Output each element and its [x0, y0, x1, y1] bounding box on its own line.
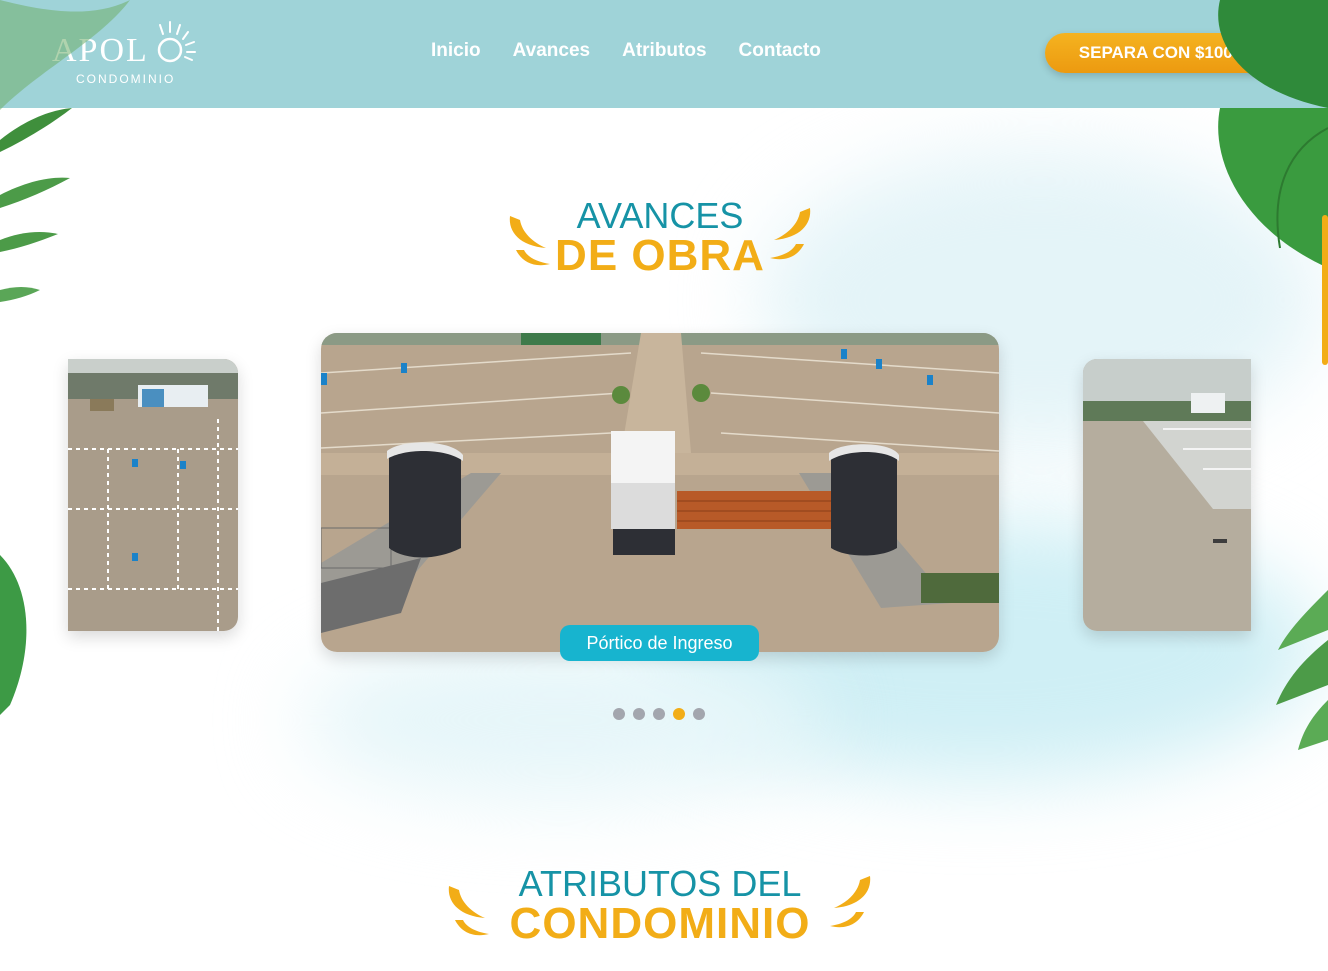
carousel-slide-active[interactable]: [321, 333, 999, 652]
slide-caption: Pórtico de Ingreso: [560, 625, 759, 661]
nav-item-inicio[interactable]: Inicio: [431, 40, 481, 62]
nav-item-avances[interactable]: Avances: [513, 40, 590, 62]
wing-right-icon: [830, 876, 871, 928]
main-nav: Inicio Avances Atributos Contacto: [431, 40, 821, 62]
nav-item-contacto[interactable]: Contacto: [739, 40, 821, 62]
carousel-dot-4[interactable]: [673, 708, 685, 720]
logo-wordmark: APOL: [52, 32, 149, 69]
scroll-indicator: [1322, 215, 1328, 365]
leaf-right-large: [1218, 108, 1328, 268]
logo[interactable]: APOL CONDOMINIO: [52, 20, 202, 90]
wing-left-icon: [448, 886, 489, 936]
slide-photo: [68, 359, 238, 631]
carousel-slide-prev[interactable]: [68, 359, 238, 631]
logo-subtitle: CONDOMINIO: [76, 72, 176, 86]
portico-photo: [321, 333, 999, 652]
separa-cta-button[interactable]: SEPARA CON $1000: [1045, 33, 1276, 73]
carousel-slide-next[interactable]: [1083, 359, 1251, 631]
leaf-left-fronds: [0, 108, 72, 302]
carousel-dot-5[interactable]: [693, 708, 705, 720]
wing-right-icon: [770, 208, 811, 260]
wing-left-icon: [509, 216, 550, 266]
leaf-left-bottom: [0, 555, 27, 715]
leaf-right-bottom: [1276, 590, 1328, 750]
carousel-dot-1[interactable]: [613, 708, 625, 720]
carousel-dot-2[interactable]: [633, 708, 645, 720]
background-cloud: [300, 640, 820, 800]
atributos-title-bottom: CONDOMINIO: [509, 899, 811, 948]
site-header: APOL CONDOMINIO Inicio Avances Atributos…: [0, 0, 1328, 108]
carousel-dot-3[interactable]: [653, 708, 665, 720]
atributos-title-top: ATRIBUTOS DEL: [518, 863, 802, 904]
sun-icon: [157, 21, 196, 63]
slide-photo: [1083, 359, 1251, 631]
nav-item-atributos[interactable]: Atributos: [622, 40, 706, 62]
carousel-pagination: [613, 708, 705, 720]
atributos-section-title: ATRIBUTOS DEL CONDOMINIO: [470, 866, 850, 946]
